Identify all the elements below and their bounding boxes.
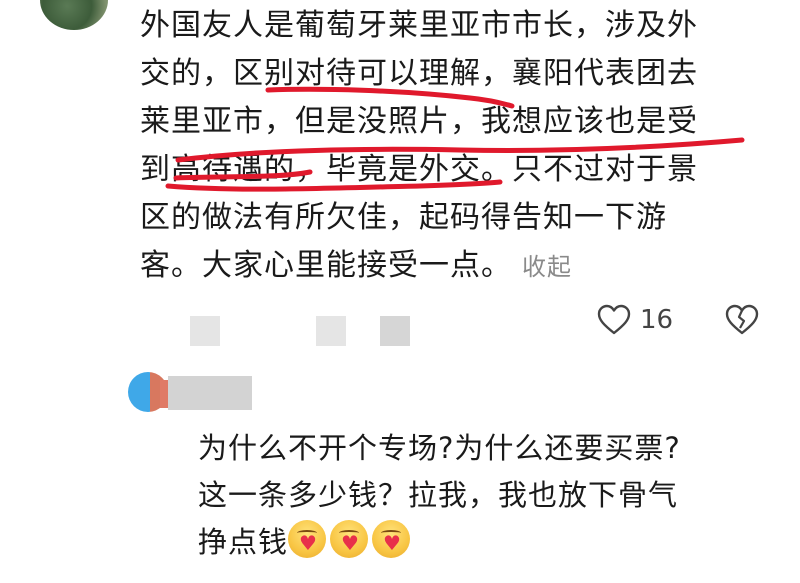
reply-line-text: 挣点钱 (198, 525, 289, 559)
redacted-username (168, 376, 252, 410)
broken-heart-icon[interactable] (724, 304, 760, 336)
reply-line-last: 挣点钱 (198, 519, 788, 566)
heart-face-emoji-icon (288, 520, 327, 558)
heart-face-emoji-icon (330, 520, 369, 558)
collapse-link[interactable]: 收起 (522, 253, 572, 281)
comment-line-text: 客。大家心里能接受一点。 (140, 248, 512, 283)
comment-line: 到高待遇的，毕竟是外交。只不过对于景 (140, 152, 698, 187)
comment-body: 外国友人是葡萄牙莱里亚市市长，涉及外 交的，区别对待可以理解，襄阳代表团去 莱里… (140, 2, 790, 290)
reply-line: 这一条多少钱？拉我，我也放下骨气 (198, 478, 679, 512)
heart-icon (597, 304, 631, 335)
like-button[interactable]: 16 (596, 304, 673, 336)
comment-line-last: 客。大家心里能接受一点。 收起 (140, 242, 790, 290)
redacted-block (190, 316, 220, 346)
comment-line: 交的，区别对待可以理解，襄阳代表团去 (140, 56, 698, 91)
reply-line: 为什么不开个专场?为什么还要买票? (198, 431, 681, 465)
comment-line: 区的做法有所欠佳，起码得告知一下游 (140, 200, 667, 235)
reply-body: 为什么不开个专场?为什么还要买票? 这一条多少钱？拉我，我也放下骨气 挣点钱 (198, 425, 788, 566)
comment-line: 外国友人是葡萄牙莱里亚市市长，涉及外 (140, 8, 698, 43)
like-count: 16 (640, 305, 674, 335)
commenter-avatar[interactable] (40, 0, 108, 30)
redacted-block (316, 316, 346, 346)
heart-face-emoji-icon (372, 520, 411, 558)
comment-line: 莱里亚市，但是没照片，我想应该也是受 (140, 104, 698, 139)
redacted-block (380, 316, 410, 346)
